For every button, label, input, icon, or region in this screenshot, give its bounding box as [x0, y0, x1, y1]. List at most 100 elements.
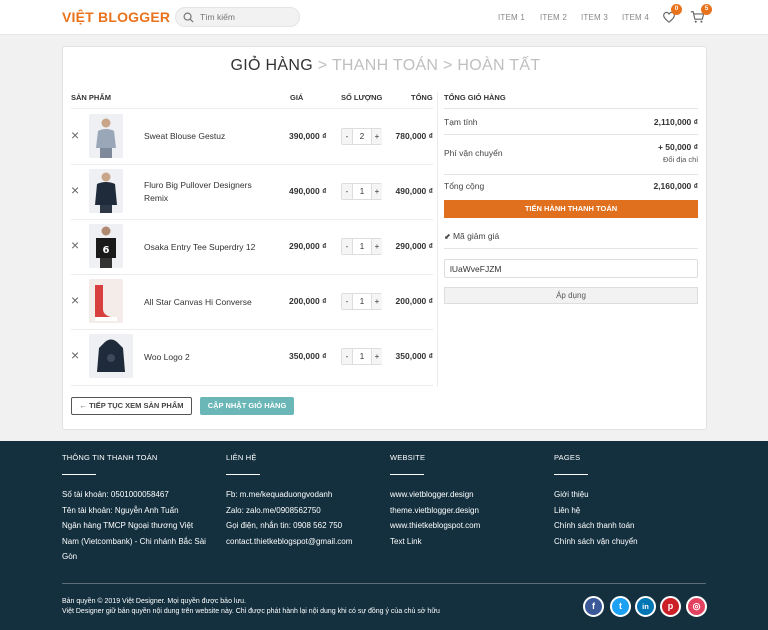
footer-link[interactable]: Zalo: zalo.me/0908562750	[226, 503, 352, 519]
product-thumbnail[interactable]: 6	[89, 224, 123, 268]
footer-title-underline	[390, 474, 424, 475]
linkedin-icon[interactable]: in	[635, 596, 656, 617]
qty-minus-button[interactable]: -	[342, 239, 353, 254]
quantity-stepper[interactable]: - 1 +	[341, 348, 382, 365]
product-price: 350,000 ₫	[289, 351, 327, 361]
remove-item-button[interactable]: ×	[71, 348, 79, 362]
search-input[interactable]	[200, 10, 295, 24]
search-box[interactable]	[175, 7, 300, 27]
qty-value[interactable]: 1	[353, 349, 371, 364]
qty-value[interactable]: 1	[353, 184, 371, 199]
apply-coupon-button[interactable]: Áp dụng	[444, 287, 698, 304]
qty-minus-button[interactable]: -	[342, 349, 353, 364]
qty-plus-button[interactable]: +	[371, 239, 382, 254]
divider	[71, 274, 433, 275]
total-row: Tổng cộng 2,160,000 ₫	[444, 181, 698, 195]
copyright-text: Bản quyền © 2019 Việt Designer. Mọi quyề…	[62, 598, 246, 605]
footer-col-website: WEBSITE www.vietblogger.design theme.vie…	[390, 453, 480, 549]
qty-minus-button[interactable]: -	[342, 184, 353, 199]
update-cart-button[interactable]: CẬP NHẬT GIỎ HÀNG	[200, 397, 294, 415]
qty-value[interactable]: 1	[353, 239, 371, 254]
shipping-value: + 50,000 ₫	[657, 142, 698, 152]
line-total: 290,000 ₫	[395, 241, 433, 251]
quantity-stepper[interactable]: - 2 +	[341, 128, 382, 145]
footer-link[interactable]: Chính sách vận chuyển	[554, 534, 638, 550]
column-divider	[437, 92, 438, 387]
qty-value[interactable]: 2	[353, 129, 371, 144]
facebook-icon[interactable]: f	[583, 596, 604, 617]
footer-link[interactable]: contact.thietkeblogspot@gmail.com	[226, 534, 352, 550]
remove-item-button[interactable]: ×	[71, 293, 79, 307]
wishlist-button[interactable]: 0	[662, 4, 682, 26]
step-cart[interactable]: GIỎ HÀNG	[231, 57, 313, 74]
step-separator: >	[443, 57, 453, 74]
divider	[71, 219, 433, 220]
product-name-link[interactable]: Sweat Blouse Gestuz	[144, 130, 274, 143]
footer-col-title: WEBSITE	[390, 453, 426, 462]
continue-shopping-button[interactable]: ← TIẾP TỤC XEM SẢN PHẨM	[71, 397, 192, 415]
quantity-stepper[interactable]: - 1 +	[341, 293, 382, 310]
remove-item-button[interactable]: ×	[71, 183, 79, 197]
qty-plus-button[interactable]: +	[371, 184, 382, 199]
qty-plus-button[interactable]: +	[371, 349, 382, 364]
qty-minus-button[interactable]: -	[342, 294, 353, 309]
footer-link[interactable]: www.thietkeblogspot.com	[390, 518, 480, 534]
checkout-button[interactable]: TIẾN HÀNH THANH TOÁN	[444, 200, 698, 218]
step-checkout[interactable]: THANH TOÁN	[332, 57, 438, 74]
product-name-link[interactable]: All Star Canvas Hi Converse	[144, 296, 274, 309]
product-name-link[interactable]: Woo Logo 2	[144, 351, 274, 364]
shoes-image	[89, 279, 123, 323]
nav-item-2[interactable]: ITEM 2	[540, 13, 567, 22]
footer-link[interactable]: Chính sách thanh toán	[554, 518, 638, 534]
qty-plus-button[interactable]: +	[371, 129, 382, 144]
total-value: 2,160,000 ₫	[653, 181, 698, 191]
footer-link[interactable]: Fb: m.me/kequaduongvodanh	[226, 487, 352, 503]
product-name-link[interactable]: Fluro Big Pullover Designers Remix	[144, 179, 274, 205]
divider	[444, 134, 698, 135]
wishlist-count-badge: 0	[671, 4, 682, 15]
nav-item-3[interactable]: ITEM 3	[581, 13, 608, 22]
twitter-icon[interactable]: t	[610, 596, 631, 617]
nav-item-1[interactable]: ITEM 1	[498, 13, 525, 22]
footer-link[interactable]: www.vietblogger.design	[390, 487, 480, 503]
qty-plus-button[interactable]: +	[371, 294, 382, 309]
footer-text: Gọi điện, nhắn tin: 0908 562 750	[226, 521, 343, 530]
step-done: HOÀN TẤT	[457, 57, 541, 74]
nav-item-4[interactable]: ITEM 4	[622, 13, 649, 22]
quantity-stepper[interactable]: - 1 +	[341, 183, 382, 200]
product-thumbnail[interactable]	[89, 114, 123, 158]
footer-link[interactable]: Liên hệ	[554, 503, 638, 519]
site-logo[interactable]: VIỆT BLOGGER	[62, 9, 170, 25]
line-total: 780,000 ₫	[395, 131, 433, 141]
footer-link[interactable]: theme.vietblogger.design	[390, 503, 480, 519]
product-thumbnail[interactable]	[89, 334, 133, 378]
coupon-input[interactable]	[444, 259, 698, 278]
divider	[71, 385, 433, 386]
footer-text: Tên tài khoản: Nguyễn Anh Tuấn	[62, 505, 179, 515]
quantity-stepper[interactable]: - 1 +	[341, 238, 382, 255]
pinterest-icon[interactable]: p	[660, 596, 681, 617]
line-total: 200,000 ₫	[395, 296, 433, 306]
qty-minus-button[interactable]: -	[342, 129, 353, 144]
product-thumbnail[interactable]	[89, 279, 123, 323]
product-name-link[interactable]: Osaka Entry Tee Superdry 12	[144, 241, 274, 254]
footer-col-title: LIÊN HỆ	[226, 453, 257, 462]
footer-link[interactable]: Giới thiệu	[554, 487, 638, 503]
footer-link[interactable]: Text Link	[390, 534, 480, 550]
footer-col-pages: PAGES Giới thiệu Liên hệ Chính sách than…	[554, 453, 638, 549]
instagram-icon[interactable]: ◎	[686, 596, 707, 617]
blouse-image	[89, 114, 123, 158]
footer-divider	[62, 583, 706, 584]
line-total: 490,000 ₫	[395, 186, 433, 196]
footer-text: Gòn	[62, 552, 78, 561]
cart-button[interactable]: 5	[690, 4, 712, 26]
remove-item-button[interactable]: ×	[71, 128, 79, 142]
divider	[71, 164, 433, 165]
change-address-link[interactable]: Đổi địa chỉ	[663, 155, 698, 164]
search-icon	[183, 12, 194, 23]
qty-value[interactable]: 1	[353, 294, 371, 309]
product-price: 390,000 ₫	[289, 131, 327, 141]
remove-item-button[interactable]: ×	[71, 238, 79, 252]
footer-col-contact: LIÊN HỆ Fb: m.me/kequaduongvodanh Zalo: …	[226, 453, 352, 549]
product-thumbnail[interactable]	[89, 169, 123, 213]
